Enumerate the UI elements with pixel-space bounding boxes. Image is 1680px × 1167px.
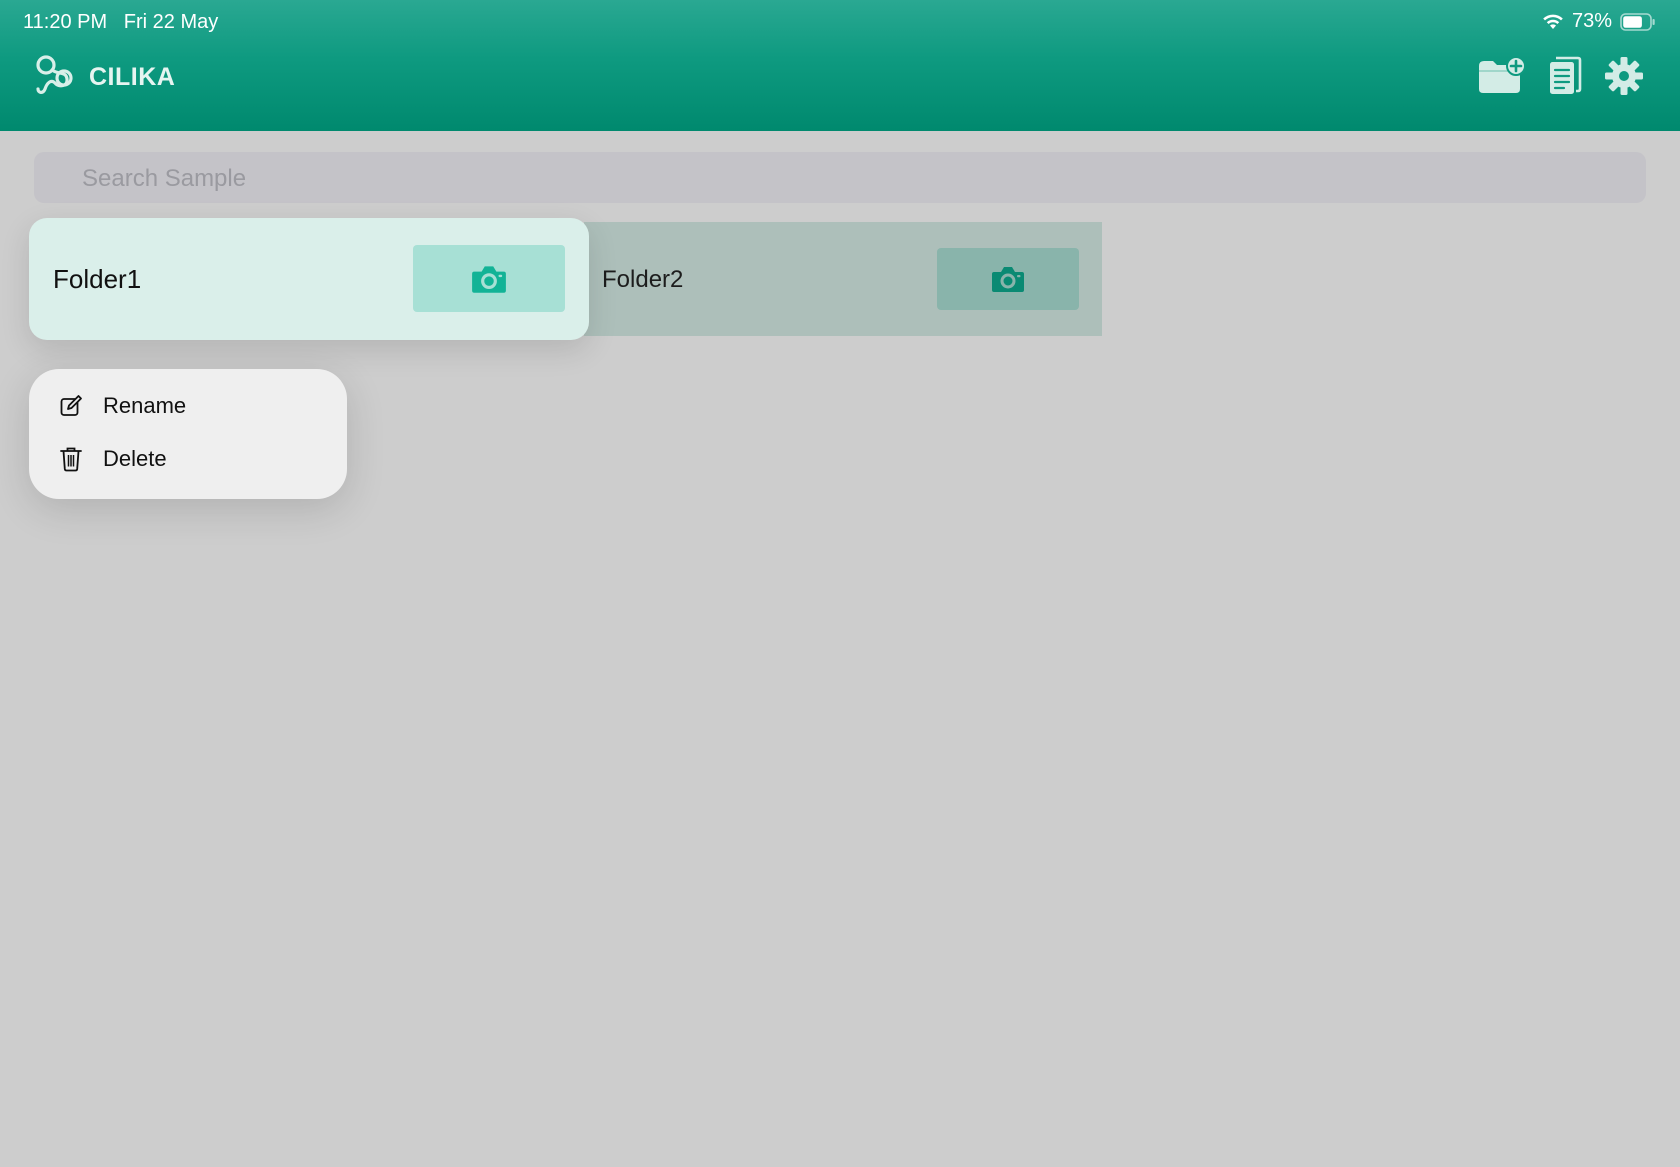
menu-item-label: Delete — [103, 446, 167, 471]
gear-icon — [1605, 57, 1643, 95]
edit-icon — [60, 395, 82, 416]
add-folder-icon — [1479, 56, 1526, 93]
header-actions — [1478, 56, 1644, 96]
folder-card-selected[interactable]: Folder1 — [29, 218, 589, 340]
menu-item-label: Rename — [103, 393, 187, 418]
status-indicators: 73% — [1542, 10, 1656, 33]
brand: CILIKA — [33, 53, 175, 102]
documents-button[interactable] — [1548, 56, 1582, 96]
battery-percentage: 73% — [1571, 10, 1612, 32]
settings-button[interactable] — [1604, 56, 1644, 96]
camera-icon — [472, 265, 506, 293]
delete-menu-item[interactable]: Delete — [59, 446, 167, 472]
trash-icon — [60, 447, 82, 472]
status-time: 11:20 PM — [23, 11, 108, 33]
status-time-date: 11:20 PM Fri 22 May — [23, 11, 218, 34]
search-input[interactable] — [80, 152, 1624, 205]
add-folder-button[interactable] — [1478, 56, 1526, 96]
rename-menu-item[interactable]: Rename — [59, 393, 186, 419]
app-header: 11:20 PM Fri 22 May 73% CILIKA — [0, 0, 1680, 131]
status-date: Fri 22 May — [123, 11, 219, 33]
search-bar — [34, 152, 1646, 205]
app-logo-icon — [33, 53, 77, 102]
folder-card[interactable]: Folder2 — [584, 222, 1102, 336]
app-title: CILIKA — [89, 63, 176, 91]
document-icon — [1550, 56, 1582, 94]
folder-name: Folder2 — [602, 266, 684, 293]
battery-icon — [1620, 12, 1656, 31]
folder-name: Folder1 — [53, 264, 142, 294]
folder-camera-button[interactable] — [937, 248, 1079, 310]
context-menu: Rename Delete — [29, 369, 347, 499]
folder-camera-button[interactable] — [413, 245, 565, 312]
camera-icon — [992, 267, 1024, 292]
wifi-icon — [1542, 14, 1564, 30]
